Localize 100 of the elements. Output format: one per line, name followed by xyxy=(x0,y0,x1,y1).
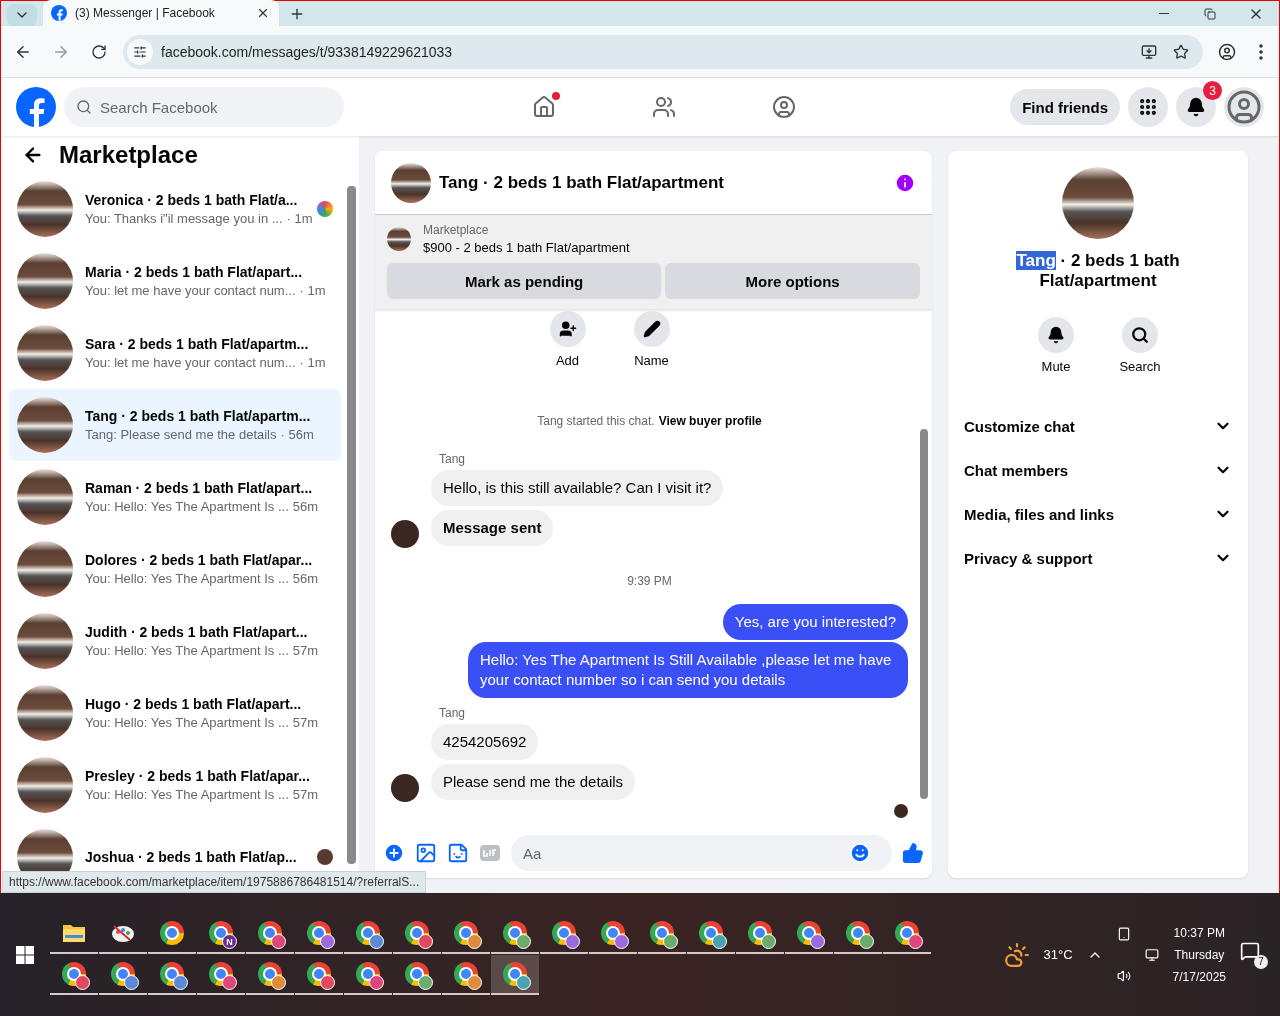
notification-count: 3 xyxy=(1203,81,1222,100)
message-bubble: Please send me the details xyxy=(431,764,636,800)
message-time: 57m xyxy=(292,787,319,802)
view-profile-link[interactable]: View buyer profile xyxy=(658,414,762,428)
volume-icon[interactable] xyxy=(1116,968,1131,983)
name-button[interactable]: Name xyxy=(627,311,676,368)
conversation-title: Maria · 2 beds 1 bath Flat/apart... xyxy=(85,264,304,280)
search-icon xyxy=(1131,326,1149,344)
tab-list-button[interactable] xyxy=(7,4,37,26)
like-button[interactable] xyxy=(902,842,924,864)
windows-logo xyxy=(16,945,34,964)
taskbar-app[interactable]: N xyxy=(197,914,245,954)
section-header[interactable]: Customize chat xyxy=(956,404,1240,448)
photo-placeholder xyxy=(387,227,411,251)
chat-started-note: Tang started this chat. xyxy=(537,414,655,428)
sticker-icon xyxy=(447,842,469,864)
message-bubble: Yes, are you interested? xyxy=(722,604,908,640)
network-icon[interactable] xyxy=(1144,947,1159,962)
conversation-title: Sara · 2 beds 1 bath Flat/apartm... xyxy=(85,336,310,352)
photo-placeholder xyxy=(17,397,73,453)
site-info-button[interactable] xyxy=(127,38,153,65)
section-header[interactable]: Chat members xyxy=(956,448,1240,492)
person-circle-icon xyxy=(772,95,796,119)
conversation-title: Judith · 2 beds 1 bath Flat/apart... xyxy=(85,624,309,640)
message-bubble: Hello: Yes The Apartment Is Still Available ,please let me have your contact number so i can send you details xyxy=(468,642,908,698)
photo-placeholder xyxy=(17,469,73,525)
status-url-tooltip: https://www.facebook.com/marketplace/item/1975886786481514/?referralS... xyxy=(2,871,427,893)
restore-icon xyxy=(1204,7,1216,20)
weather-icon xyxy=(1003,941,1030,968)
find-friends-button[interactable]: Find friends xyxy=(1010,89,1120,125)
conversation-title: Presley · 2 beds 1 bath Flat/apar... xyxy=(85,768,311,784)
action-button[interactable]: Mark as pending xyxy=(387,263,662,299)
section-header[interactable]: Privacy & support xyxy=(956,536,1240,580)
facebook-logo[interactable] xyxy=(16,87,56,127)
message-time: 56m xyxy=(292,571,319,586)
close-icon xyxy=(256,6,270,20)
mute-button[interactable]: Mute xyxy=(1032,317,1080,374)
chat-title: Tang · 2 beds 1 bath Flat/apartment xyxy=(439,172,725,193)
sliders-icon xyxy=(133,44,147,59)
clock[interactable]: 10:37 PM Thursday 7/17/2025 xyxy=(1172,925,1226,984)
facebook-logo[interactable] xyxy=(51,5,67,21)
add-button[interactable] xyxy=(383,842,405,864)
info-button[interactable] xyxy=(894,171,916,194)
notification-center-button[interactable]: 7 xyxy=(1240,940,1268,969)
message-time: 57m xyxy=(292,643,319,658)
photo-placeholder xyxy=(17,253,73,309)
add-button[interactable]: Add xyxy=(543,311,592,368)
conversation-title: Tang · 2 beds 1 bath Flat/apartment xyxy=(1015,251,1181,291)
photo-placeholder xyxy=(17,685,73,741)
conversation-item[interactable]: Maria · 2 beds 1 bath Flat/apart... You: let me have your contact num... · 1m xyxy=(9,245,341,317)
tablet-icon[interactable] xyxy=(1116,926,1131,941)
conversation-item[interactable]: Dolores · 2 beds 1 bath Flat/apar... You: Hello: Yes The Apartment Is ... 56m xyxy=(9,533,341,605)
people-icon xyxy=(652,95,676,119)
home-icon xyxy=(532,95,556,119)
profile-badge: N xyxy=(222,934,237,949)
search-field[interactable]: Search Facebook xyxy=(64,87,344,127)
scrollbar[interactable] xyxy=(347,186,356,864)
photo-placeholder xyxy=(17,541,73,597)
menu-button[interactable] xyxy=(1128,87,1168,127)
photo-button[interactable] xyxy=(415,842,437,864)
paint-palette-icon xyxy=(110,922,136,944)
gif-icon xyxy=(479,844,501,862)
scrollbar[interactable] xyxy=(920,429,928,799)
seen-avatar xyxy=(894,804,908,818)
timestamp: 9:39 PM xyxy=(627,574,672,588)
message-preview: You: Hello: Yes The Apartment Is ... xyxy=(85,499,289,514)
conversation-title: Veronica · 2 beds 1 bath Flat/a... xyxy=(85,192,299,208)
conversation-item[interactable]: Hugo · 2 beds 1 bath Flat/apart... You: Hello: Yes The Apartment Is ... 57m xyxy=(9,677,341,749)
sender-name: Tang xyxy=(439,706,467,720)
conversation-item[interactable]: Presley · 2 beds 1 bath Flat/apar... You: Hello: Yes The Apartment Is ... 57m xyxy=(9,749,341,821)
conversation-title: Raman · 2 beds 1 bath Flat/apart... xyxy=(85,480,314,496)
sticker-button[interactable] xyxy=(447,842,469,864)
search-button[interactable]: Search xyxy=(1116,317,1164,374)
chrome-icon xyxy=(160,921,184,945)
section-header[interactable]: Media, files and links xyxy=(956,492,1240,536)
conversation-title: Hugo · 2 beds 1 bath Flat/apart... xyxy=(85,696,303,712)
photo-placeholder xyxy=(17,325,73,381)
avatar-icon xyxy=(1226,89,1262,125)
profile-icon xyxy=(1218,42,1236,61)
account-button[interactable] xyxy=(1224,87,1264,127)
conversation-item[interactable]: Raman · 2 beds 1 bath Flat/apart... You: Hello: Yes The Apartment Is ... 56m xyxy=(9,461,341,533)
conversation-item[interactable]: Veronica · 2 beds 1 bath Flat/a... You: Thanks i"il message you in ... · 1m xyxy=(9,173,341,245)
browser-tab[interactable]: (3) Messenger | Facebook xyxy=(43,0,279,26)
emoji-button[interactable] xyxy=(849,842,871,864)
conversation-item[interactable]: Sara · 2 beds 1 bath Flat/apartm... You: let me have your contact num... · 1m xyxy=(9,317,341,389)
grid-icon xyxy=(1138,97,1158,117)
listing-label: Marketplace xyxy=(423,223,490,237)
notification-count: 7 xyxy=(1254,954,1268,969)
conversation-item[interactable]: Judith · 2 beds 1 bath Flat/apart... You: Hello: Yes The Apartment Is ... 57m xyxy=(9,605,341,677)
address-bar[interactable]: facebook.com/messages/t/9338149229621033 xyxy=(123,34,1203,69)
notifications-button[interactable] xyxy=(1176,87,1216,127)
message-time: 57m xyxy=(292,715,319,730)
action-button[interactable]: More options xyxy=(665,263,920,299)
taskbar-app[interactable] xyxy=(491,955,539,995)
message-preview: You: Thanks i"il message you in ... xyxy=(85,211,283,226)
search-icon xyxy=(76,99,92,115)
message-preview: Tang: Please send me the details xyxy=(85,427,277,442)
reload-icon xyxy=(91,43,107,60)
message-field[interactable]: Aa xyxy=(511,835,892,871)
conversation-item[interactable]: Tang · 2 beds 1 bath Flat/apartm... Tang: Please send me the details · 56m xyxy=(9,389,341,461)
